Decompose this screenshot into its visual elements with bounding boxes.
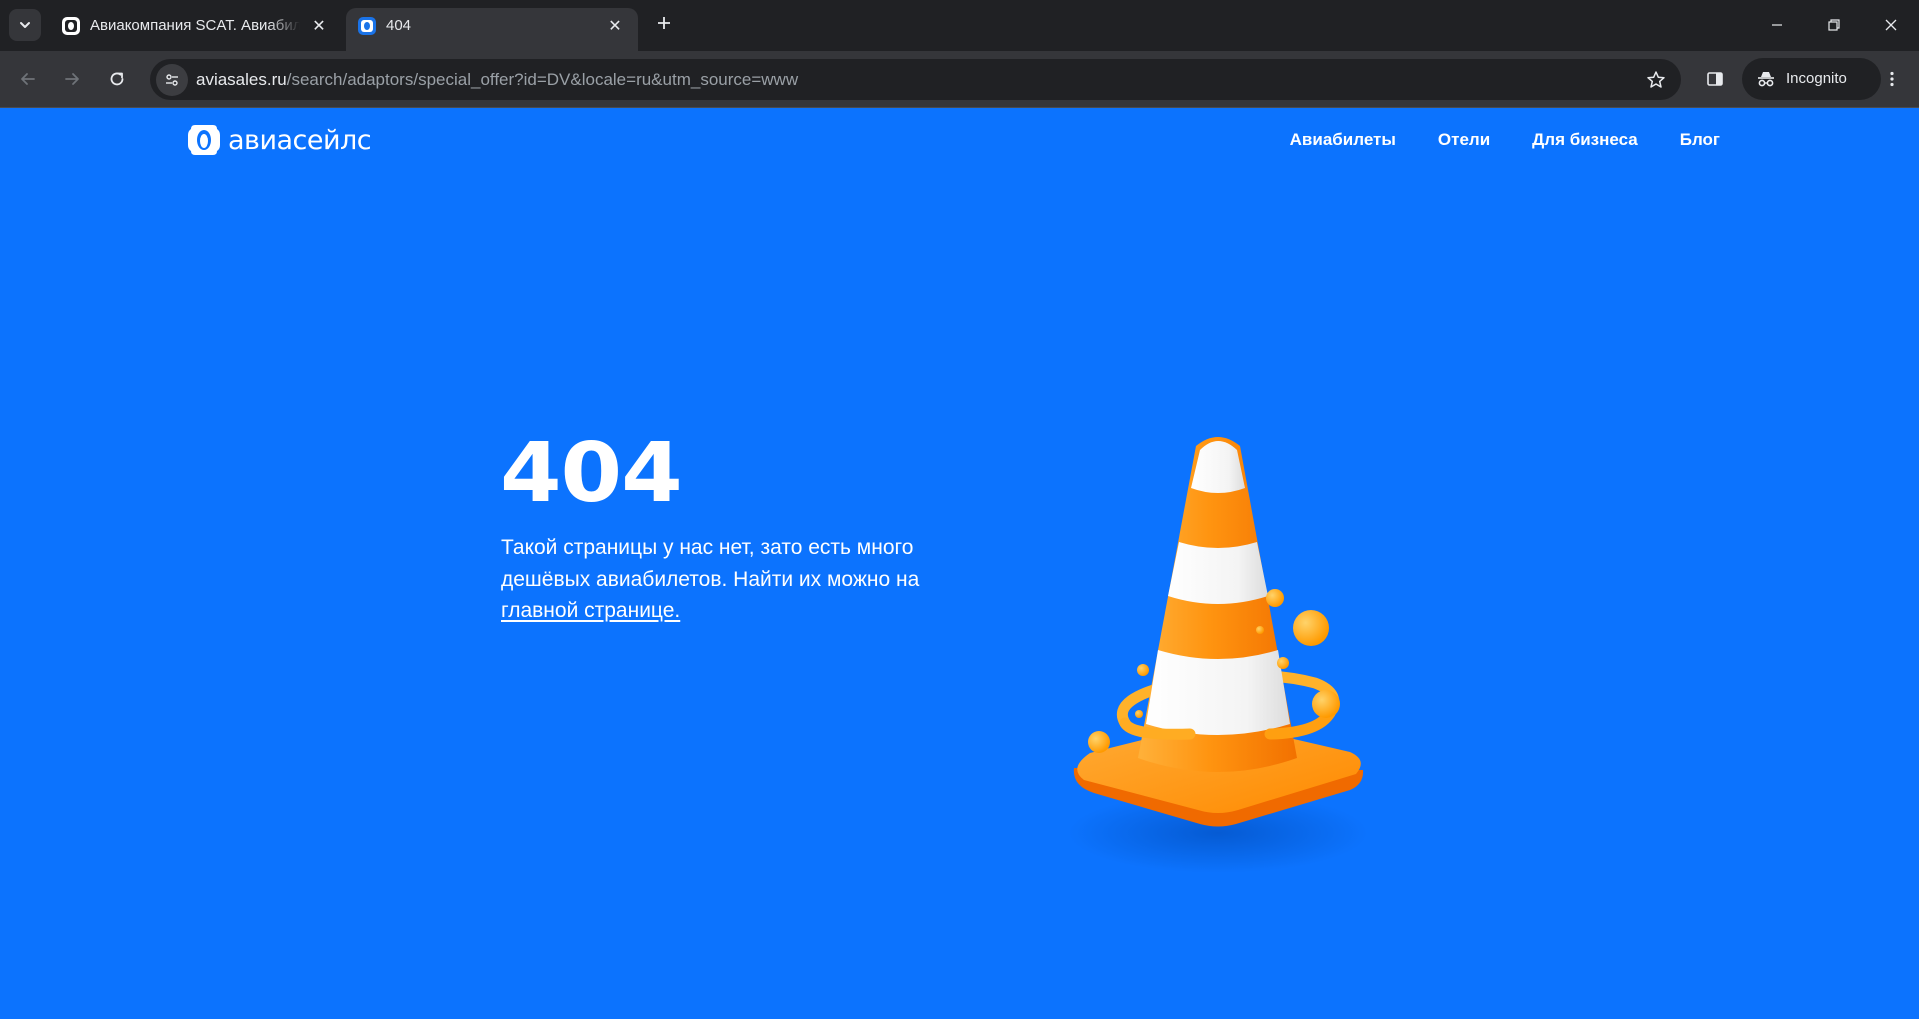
tab-search-button[interactable]: [9, 9, 41, 41]
site-info-button[interactable]: [156, 64, 188, 96]
profile-label: Incognito: [1786, 70, 1847, 87]
aviasales-favicon-icon: [62, 17, 80, 35]
tune-icon: [166, 74, 178, 86]
browser-menu-button[interactable]: [1876, 63, 1908, 95]
star-icon: [1647, 71, 1665, 88]
nav-hotels[interactable]: Отели: [1438, 130, 1490, 150]
side-panel-icon: [1707, 72, 1723, 86]
url-path: /search/adaptors/special_offer?id=DV&loc…: [286, 70, 799, 89]
aviasales-logo-icon: [188, 125, 220, 155]
floating-ball: [1135, 710, 1143, 718]
browser-toolbar: aviasales.ru/search/adaptors/special_off…: [0, 51, 1919, 108]
error-message: Такой страницы у нас нет, зато есть мног…: [501, 532, 971, 627]
chevron-down-icon: [20, 22, 30, 28]
main-nav: Авиабилеты Отели Для бизнеса Блог: [1290, 130, 1720, 150]
error-code-heading: 404: [500, 426, 683, 521]
reload-button[interactable]: [101, 63, 133, 95]
floating-ball: [1137, 664, 1149, 676]
forward-button[interactable]: [56, 63, 88, 95]
cone-stripe-lower: [1146, 650, 1290, 735]
nav-business[interactable]: Для бизнеса: [1532, 130, 1638, 150]
minimize-icon: [1772, 24, 1782, 26]
cone-stripe-upper: [1168, 542, 1268, 604]
side-panel-button[interactable]: [1699, 63, 1731, 95]
bookmark-button[interactable]: [1643, 67, 1669, 93]
home-page-link[interactable]: главной странице.: [501, 599, 680, 622]
tab-title: 404: [386, 17, 412, 34]
floating-ball: [1293, 610, 1329, 646]
back-button[interactable]: [12, 63, 44, 95]
error-message-text: Такой страницы у нас нет, зато есть мног…: [501, 536, 920, 591]
incognito-icon: [1758, 72, 1774, 87]
ring-end-ball: [1312, 690, 1340, 718]
tab-404[interactable]: 404 ✕: [346, 8, 638, 51]
logo-text: авиасейлс: [228, 124, 372, 156]
tab-title: Авиакомпания SCAT. Авиабилеты: [90, 17, 300, 34]
floating-ball: [1256, 626, 1264, 634]
tab-strip: Авиакомпания SCAT. Авиабилеты ✕ 404 ✕: [0, 0, 1919, 51]
close-tab-icon[interactable]: ✕: [308, 15, 330, 37]
window-close-button[interactable]: [1876, 10, 1906, 40]
floating-ball: [1088, 731, 1110, 753]
restore-icon: [1828, 19, 1840, 31]
tab-scat[interactable]: Авиакомпания SCAT. Авиабилеты ✕: [50, 8, 342, 51]
nav-flights[interactable]: Авиабилеты: [1290, 130, 1396, 150]
close-tab-icon[interactable]: ✕: [604, 15, 626, 37]
window-close-icon: [1885, 19, 1897, 31]
floating-ball: [1266, 589, 1284, 607]
restore-button[interactable]: [1819, 10, 1849, 40]
site-logo[interactable]: авиасейлс: [187, 123, 372, 157]
url-host: aviasales.ru: [196, 70, 287, 89]
page-content: авиасейлс Авиабилеты Отели Для бизнеса Б…: [0, 108, 1919, 1019]
back-arrow-icon: [21, 73, 35, 85]
reload-icon: [110, 72, 124, 86]
floating-ball: [1277, 657, 1289, 669]
traffic-cone-illustration: [1068, 437, 1368, 873]
plus-icon: [658, 17, 670, 29]
incognito-profile-button[interactable]: Incognito: [1742, 58, 1881, 100]
kebab-menu-icon: [1890, 71, 1894, 87]
forward-arrow-icon: [65, 73, 79, 85]
address-bar[interactable]: aviasales.ru/search/adaptors/special_off…: [150, 59, 1681, 100]
aviasales-favicon-icon: [358, 17, 376, 35]
minimize-button[interactable]: [1762, 10, 1792, 40]
new-tab-button[interactable]: [651, 12, 677, 38]
nav-blog[interactable]: Блог: [1680, 130, 1720, 150]
url-text[interactable]: aviasales.ru/search/adaptors/special_off…: [196, 70, 798, 90]
